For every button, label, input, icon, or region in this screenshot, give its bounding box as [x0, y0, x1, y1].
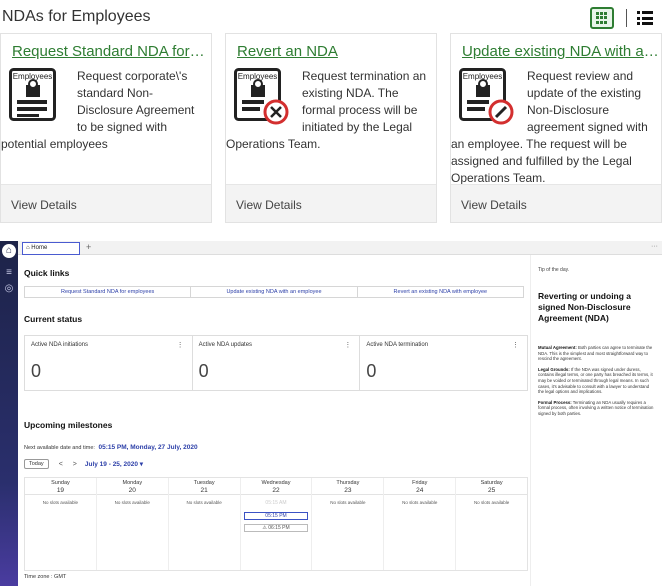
status-label: Active NDA initiations: [31, 342, 89, 348]
more-options-icon[interactable]: ···: [651, 241, 658, 253]
status-cards: Active NDA initiations ⋮ 0 Active NDA up…: [24, 335, 528, 391]
timezone-label: Time zone : GMT: [24, 574, 67, 580]
today-button[interactable]: Today: [24, 459, 49, 469]
tip-label: Tip of the day.: [538, 267, 570, 273]
grid-icon: [596, 12, 608, 24]
card-body: Employees Request review and update of t…: [451, 68, 648, 185]
card-title-link[interactable]: Request Standard NDA for em…: [12, 43, 208, 60]
quick-link[interactable]: Revert an existing NDA with employee: [358, 287, 523, 297]
side-rail: ⌂ ≡ ◎: [0, 241, 18, 586]
home-icon[interactable]: ⌂: [2, 244, 16, 258]
tab-bar: ⌂ Home + ···: [18, 241, 662, 255]
status-card: Active NDA termination ⋮ 0: [360, 336, 527, 390]
tip-body: Mutual Agreement: Both parties can agree…: [538, 345, 654, 416]
time-slot-disabled: 05:15 AM: [244, 500, 308, 508]
no-slots-text: No slots available: [330, 500, 366, 505]
no-slots-text: No slots available: [42, 500, 79, 505]
current-status-title: Current status: [24, 314, 83, 324]
status-label: Active NDA updates: [198, 342, 253, 348]
calendar-day: Tuesday 21 No slots available: [168, 478, 241, 570]
workspace-app: ⌂ ≡ ◎ ⌂ Home + ··· Quick links Request S…: [0, 241, 662, 586]
calendar-day: Thursday 23 No slots available: [312, 478, 385, 570]
calendar-nav: Today < > July 19 - 25, 2020 ▾: [24, 458, 143, 470]
add-tab-button[interactable]: +: [86, 241, 91, 254]
view-details-button[interactable]: View Details: [226, 184, 436, 222]
card-title-link[interactable]: Revert an NDA: [237, 43, 433, 60]
milestones-title: Upcoming milestones: [24, 420, 113, 430]
chevron-right-icon[interactable]: >: [73, 461, 77, 468]
settings-icon[interactable]: ◎: [3, 283, 15, 295]
no-slots-text: No slots available: [473, 500, 510, 505]
calendar-day: Wednesday 22 05:15 AM 05:15 PM ⚠ 06:15 PM: [240, 478, 313, 570]
no-slots-text: No slots available: [114, 500, 150, 505]
kebab-menu-icon[interactable]: ⋮: [344, 341, 351, 349]
chevron-left-icon[interactable]: <: [59, 461, 63, 468]
calendar-day: Sunday 19 No slots available: [25, 478, 97, 570]
time-slot[interactable]: 05:15 PM: [244, 512, 308, 520]
week-range-dropdown[interactable]: July 19 - 25, 2020 ▾: [85, 460, 143, 468]
quick-link[interactable]: Update existing NDA with an employee: [191, 287, 358, 297]
kebab-menu-icon[interactable]: ⋮: [512, 341, 519, 349]
status-value: 0: [31, 361, 42, 381]
employees-list-icon: Employees: [9, 68, 56, 121]
status-card: Active NDA updates ⋮ 0: [193, 336, 361, 390]
tab-home[interactable]: ⌂ Home: [22, 242, 80, 255]
no-slots-text: No slots available: [186, 500, 222, 505]
week-calendar: Sunday 19 No slots available Monday 20 No …: [24, 477, 528, 571]
next-available: Next available date and time: 05:15 PM, …: [24, 444, 198, 451]
view-toggle: [590, 7, 653, 29]
employees-cancel-icon: Employees: [234, 68, 289, 125]
status-label: Active NDA termination: [366, 342, 429, 348]
kebab-menu-icon[interactable]: ⋮: [177, 341, 184, 349]
status-value: 0: [366, 361, 377, 381]
employees-edit-icon: Employees: [459, 68, 514, 125]
status-card: Active NDA initiations ⋮ 0: [25, 336, 193, 390]
quick-link[interactable]: Request Standard NDA for employees: [25, 287, 192, 297]
quick-links: Request Standard NDA for employees Updat…: [24, 286, 524, 298]
status-value: 0: [198, 361, 209, 381]
catalog-card[interactable]: Request Standard NDA for em… Employees R…: [0, 33, 212, 223]
tip-title: Reverting or undoing a signed Non-Disclo…: [538, 291, 632, 323]
view-details-button[interactable]: View Details: [451, 184, 661, 222]
grid-view-button[interactable]: [590, 7, 614, 29]
calendar-day: Saturday 25 No slots available: [456, 478, 528, 570]
tip-panel: Tip of the day. Reverting or undoing a s…: [530, 255, 662, 586]
calendar-day: Monday 20 No slots available: [96, 478, 169, 570]
no-slots-text: No slots available: [402, 500, 438, 505]
catalog-card[interactable]: Update existing NDA with an … Employees …: [450, 33, 662, 223]
time-slot[interactable]: ⚠ 06:15 PM: [244, 524, 308, 532]
catalog-card[interactable]: Revert an NDA Employees Request terminat…: [225, 33, 437, 223]
menu-icon[interactable]: ≡: [3, 267, 15, 279]
section-title: NDAs for Employees: [2, 8, 151, 25]
calendar-day: Friday 24 No slots available: [384, 478, 457, 570]
nda-catalog-section: NDAs for Employees Request Standard NDA …: [0, 0, 662, 236]
card-title-link[interactable]: Update existing NDA with an …: [462, 43, 662, 60]
view-details-button[interactable]: View Details: [1, 184, 211, 222]
main-content: Quick links Request Standard NDA for emp…: [18, 255, 530, 586]
toggle-divider: [626, 9, 627, 27]
next-available-value: 05:15 PM, Monday, 27 July, 2020: [98, 444, 198, 451]
list-view-button[interactable]: [637, 11, 653, 25]
card-body: Employees Request corporate\'s standard …: [1, 68, 195, 151]
card-body: Employees Request termination an existin…: [226, 68, 427, 151]
quick-links-title: Quick links: [24, 268, 70, 278]
